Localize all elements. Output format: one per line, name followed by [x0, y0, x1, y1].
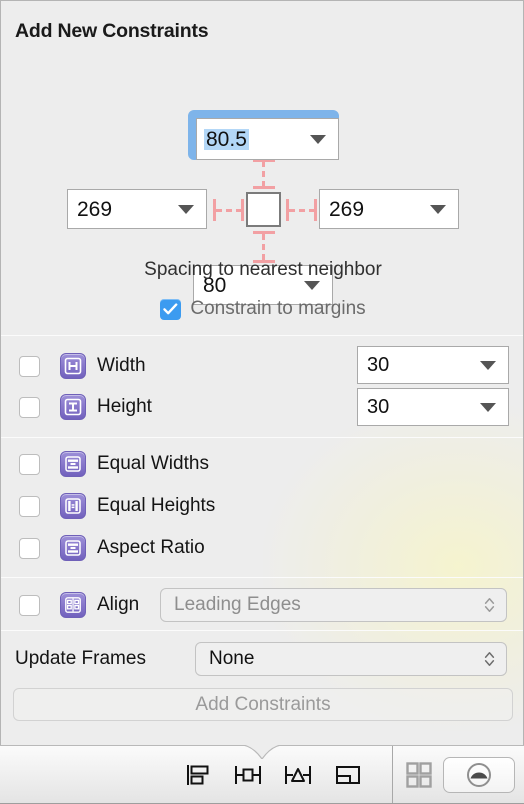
- resolve-issues-tool-icon[interactable]: [280, 762, 316, 788]
- equal-widths-label: Equal Widths: [97, 453, 209, 474]
- spacing-diagram: 80.5 269 269 80: [1, 53, 523, 305]
- equal-heights-checkbox[interactable]: [19, 495, 40, 517]
- divider: [1, 577, 523, 578]
- stack-tool-icon[interactable]: [330, 762, 366, 788]
- width-checkbox[interactable]: [19, 355, 40, 377]
- width-label: Width: [97, 355, 146, 376]
- equal-heights-row[interactable]: Equal Heights: [1, 489, 523, 523]
- grid-view-icon[interactable]: [405, 761, 433, 789]
- height-value: 30: [367, 395, 390, 418]
- pin-tool-icon[interactable]: [230, 762, 266, 788]
- top-spacing-field[interactable]: 80.5: [196, 118, 339, 160]
- trailing-spacing-field[interactable]: 269: [319, 189, 459, 229]
- top-spacing-focus-ring: 80.5: [188, 110, 339, 160]
- add-new-constraints-popover: Add New Constraints 80.5 269 269 80 Spac…: [0, 0, 524, 752]
- constrain-to-margins-label: Constrain to margins: [190, 298, 366, 319]
- align-icon: [60, 592, 86, 618]
- chevron-down-icon[interactable]: [430, 205, 446, 214]
- width-value: 30: [367, 353, 390, 376]
- width-value-field[interactable]: 30: [357, 346, 509, 384]
- aspect-ratio-row[interactable]: Aspect Ratio: [1, 531, 523, 565]
- update-frames-value: None: [209, 648, 255, 669]
- height-value-field[interactable]: 30: [357, 388, 509, 426]
- leading-spacing-field[interactable]: 269: [67, 189, 207, 229]
- divider: [1, 335, 523, 336]
- aspect-ratio-icon: [60, 535, 86, 561]
- aspect-ratio-checkbox[interactable]: [19, 537, 40, 559]
- chevron-up-down-icon: [484, 652, 495, 666]
- toolbar-left-group: [0, 746, 392, 803]
- chevron-down-icon[interactable]: [310, 135, 326, 144]
- update-frames-popup[interactable]: None: [195, 642, 507, 676]
- align-label: Align: [97, 594, 140, 615]
- add-constraints-label: Add Constraints: [195, 693, 331, 715]
- page-title: Add New Constraints: [15, 20, 209, 42]
- height-label: Height: [97, 396, 152, 417]
- update-frames-label: Update Frames: [15, 648, 146, 669]
- height-checkbox[interactable]: [19, 396, 40, 418]
- preview-toggle-button[interactable]: [443, 756, 515, 793]
- top-spacing-value: 80.5: [204, 127, 249, 151]
- leading-spacing-value: 269: [77, 197, 113, 221]
- constraint-target-square: [246, 192, 281, 227]
- align-tool-icon[interactable]: [180, 762, 216, 788]
- aspect-ratio-label: Aspect Ratio: [97, 537, 205, 558]
- chevron-up-down-icon: [484, 598, 495, 612]
- chevron-down-icon[interactable]: [178, 205, 194, 214]
- constrain-to-margins-checkbox[interactable]: [160, 298, 182, 320]
- chevron-down-icon[interactable]: [480, 403, 496, 412]
- equal-widths-row[interactable]: Equal Widths: [1, 447, 523, 481]
- trailing-spacing-value: 269: [329, 197, 365, 221]
- align-checkbox[interactable]: [19, 594, 40, 616]
- bottom-toolbar: [0, 745, 524, 804]
- constrain-to-margins-row[interactable]: Constrain to margins: [1, 298, 523, 320]
- align-option-popup[interactable]: Leading Edges: [160, 588, 507, 622]
- spacing-caption: Spacing to nearest neighbor: [144, 259, 382, 280]
- add-constraints-button[interactable]: Add Constraints: [13, 688, 513, 721]
- equal-widths-icon: [60, 451, 86, 477]
- screenshot-root: Add New Constraints 80.5 269 269 80 Spac…: [0, 0, 524, 804]
- equal-heights-icon: [60, 493, 86, 519]
- toolbar-right-group: [393, 746, 524, 803]
- divider: [1, 437, 523, 438]
- preview-toggle-icon: [467, 762, 491, 787]
- chevron-down-icon[interactable]: [304, 281, 320, 290]
- align-option-value: Leading Edges: [174, 594, 301, 615]
- equal-widths-checkbox[interactable]: [19, 453, 40, 475]
- width-beam-icon: [60, 353, 86, 379]
- equal-heights-label: Equal Heights: [97, 495, 216, 516]
- height-beam-icon: [60, 394, 86, 420]
- divider: [1, 630, 523, 631]
- chevron-down-icon[interactable]: [480, 361, 496, 370]
